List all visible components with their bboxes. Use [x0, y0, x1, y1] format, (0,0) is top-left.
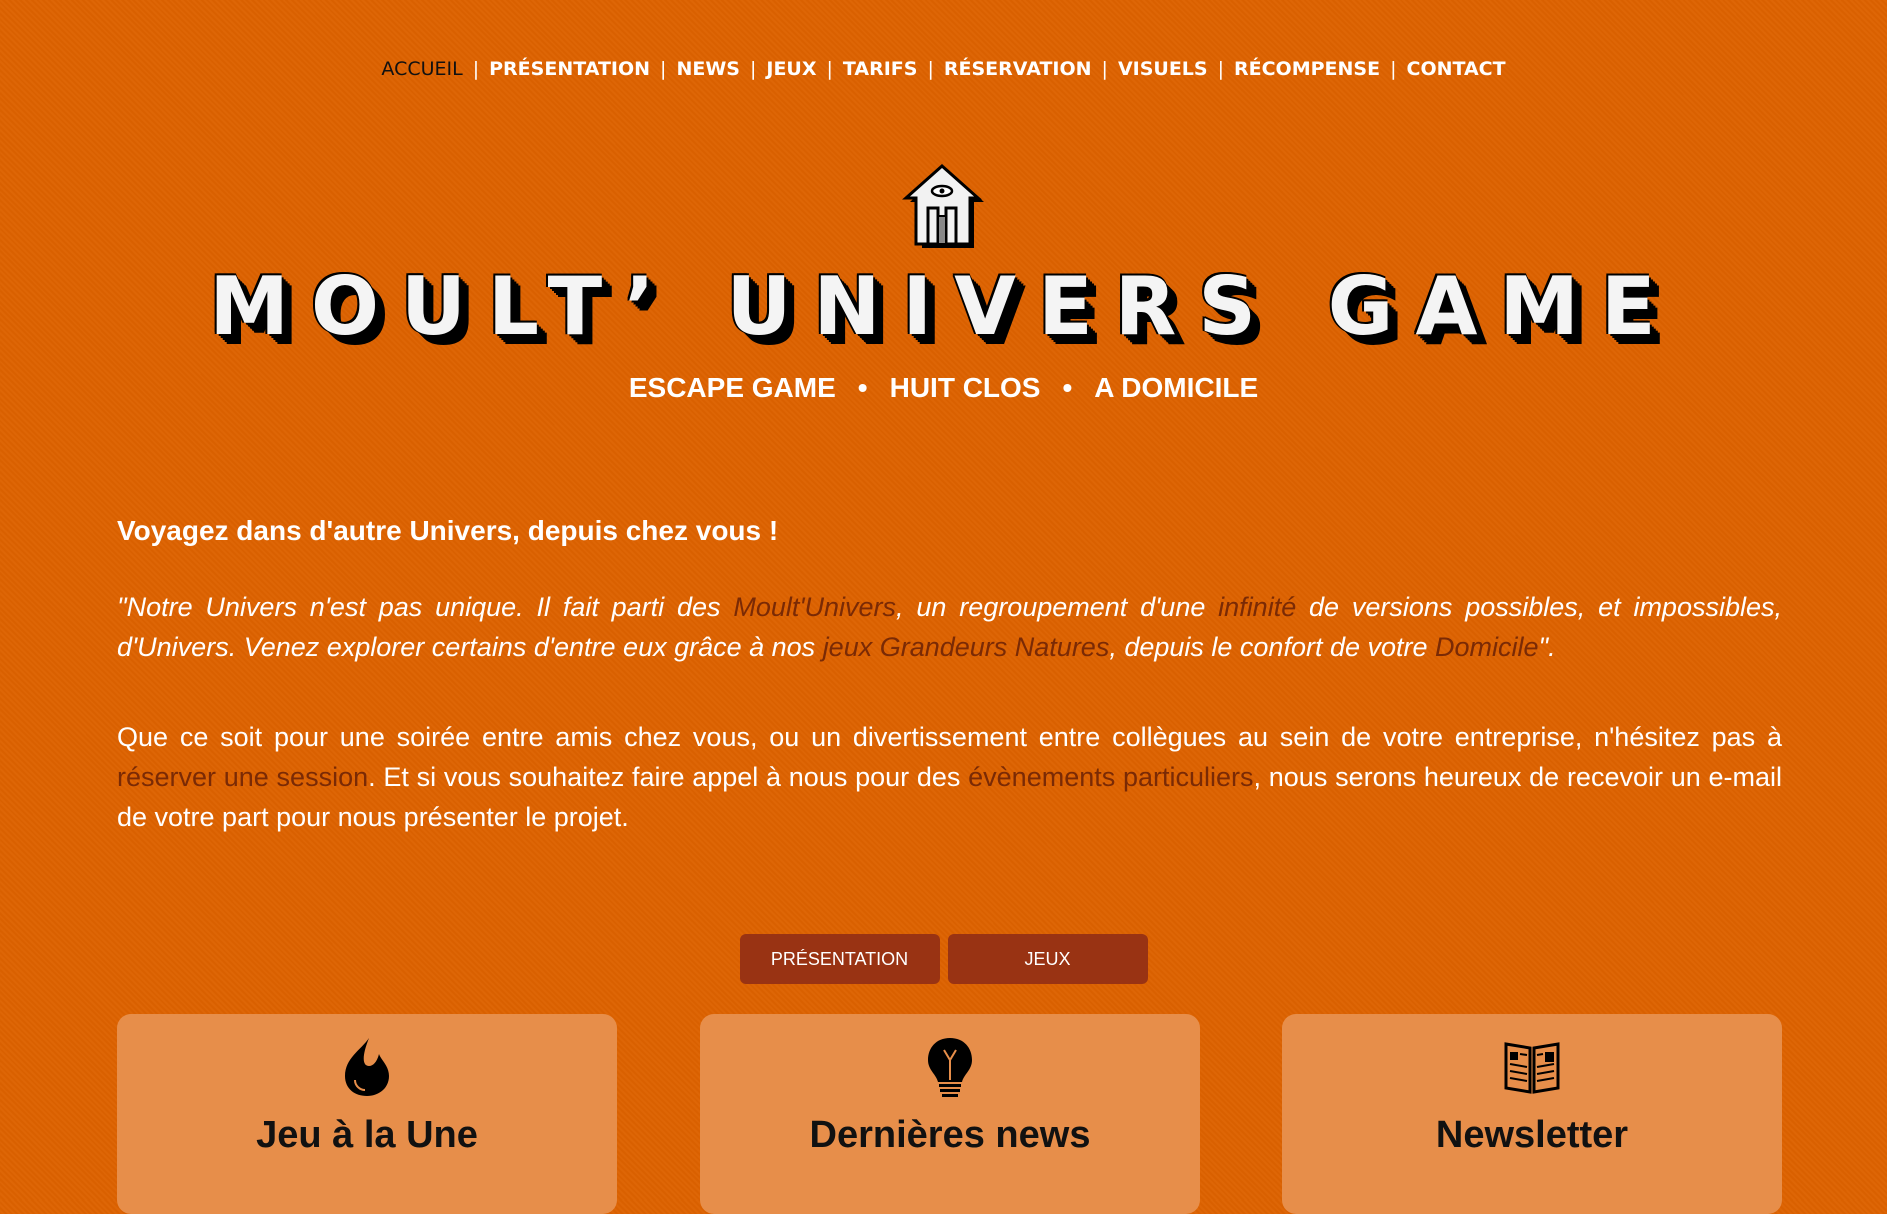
presentation-button[interactable]: PRÉSENTATION — [739, 934, 940, 984]
nav-separator: | — [660, 58, 667, 80]
site-title: MOULT’ UNIVERS GAME — [209, 260, 1678, 353]
paragraph-text: . Et si vous souhaitez faire appel à nou… — [368, 762, 969, 792]
card-newsletter[interactable]: Newsletter — [1282, 1014, 1782, 1214]
nav-separator: | — [1390, 58, 1397, 80]
reserver-session-link[interactable]: réserver une session — [117, 762, 368, 792]
moult-univers-link[interactable]: Moult'Univers — [733, 592, 896, 622]
card-title: Jeu à la Une — [256, 1114, 478, 1156]
tagline: ESCAPE GAME • HUIT CLOS • A DOMICILE — [0, 372, 1887, 404]
nav-separator: | — [749, 58, 757, 80]
jeux-button[interactable]: JEUX — [947, 934, 1148, 984]
nav-reservation[interactable]: RÉSERVATION — [944, 58, 1092, 80]
nav-contact[interactable]: CONTACT — [1407, 58, 1506, 80]
nav-accueil[interactable]: ACCUEIL — [381, 58, 462, 80]
quote-text: ". — [1538, 632, 1556, 662]
card-dernieres-news[interactable]: Dernières news — [700, 1014, 1200, 1214]
house-eye-logo-icon[interactable] — [902, 164, 994, 252]
cta-buttons: PRÉSENTATION JEUX — [0, 934, 1887, 984]
evenements-particuliers-link[interactable]: évènements particuliers — [968, 762, 1253, 792]
intro-quote: "Notre Univers n'est pas unique. Il fait… — [117, 587, 1782, 667]
nav-separator: | — [1101, 58, 1108, 80]
intro-lead: Voyagez dans d'autre Univers, depuis che… — [117, 515, 779, 546]
flame-icon — [345, 1038, 389, 1096]
tagline-dot: • — [1062, 372, 1073, 403]
main-nav: ACCUEIL | PRÉSENTATION | NEWS | JEUX | TARIFS | RÉ… — [0, 58, 1887, 80]
tagline-escape-game: ESCAPE GAME — [628, 372, 836, 403]
jeux-grandeurs-natures-link[interactable]: jeux Grandeurs Natures — [823, 632, 1110, 662]
nav-separator: | — [472, 58, 480, 80]
nav-separator: | — [826, 58, 833, 80]
nav-jeux[interactable]: JEUX — [766, 58, 816, 80]
quote-text: , un regroupement d'une — [896, 592, 1219, 622]
quote-text: "Notre Univers n'est pas unique. Il fait… — [117, 592, 734, 622]
card-title: Newsletter — [1435, 1114, 1629, 1156]
intro-section: Voyagez dans d'autre Univers, depuis che… — [117, 515, 1782, 837]
newspaper-icon — [1504, 1042, 1560, 1094]
tagline-a-domicile: A DOMICILE — [1094, 372, 1259, 403]
intro-paragraph: Que ce soit pour une soirée entre amis c… — [117, 717, 1782, 837]
quote-text: , depuis le confort de votre — [1109, 632, 1436, 662]
nav-tarifs[interactable]: TARIFS — [843, 58, 918, 80]
card-title: Dernières news — [809, 1114, 1091, 1156]
lightbulb-icon — [928, 1038, 972, 1097]
nav-separator: | — [1217, 58, 1224, 80]
tagline-huit-clos: HUIT CLOS — [889, 372, 1041, 403]
nav-presentation[interactable]: PRÉSENTATION — [489, 58, 650, 80]
domicile-link[interactable]: Domicile — [1435, 632, 1539, 662]
infinite-link[interactable]: infinité — [1218, 592, 1296, 622]
tagline-dot: • — [857, 372, 868, 403]
nav-recompense[interactable]: RÉCOMPENSE — [1234, 58, 1380, 80]
paragraph-text: Que ce soit pour une soirée entre amis c… — [117, 722, 1782, 752]
nav-news[interactable]: NEWS — [676, 58, 740, 80]
nav-separator: | — [927, 58, 934, 80]
nav-visuels[interactable]: VISUELS — [1118, 58, 1208, 80]
card-jeu-a-la-une[interactable]: Jeu à la Une — [117, 1014, 617, 1214]
